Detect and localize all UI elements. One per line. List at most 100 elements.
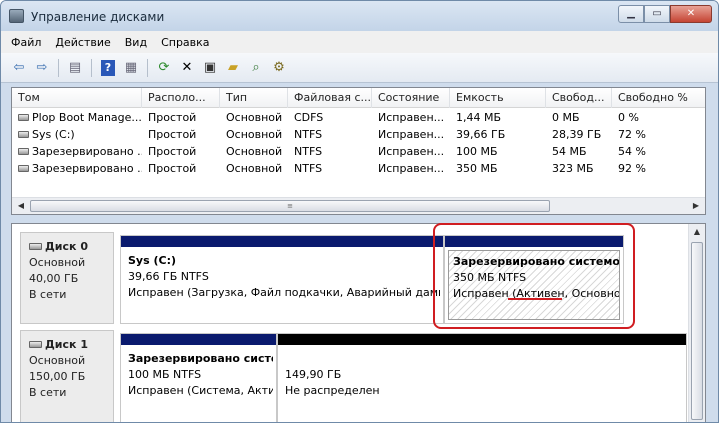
volume-row[interactable]: Plop Boot Manage... Простой Основной CDF… xyxy=(12,109,705,126)
partition-sys-c[interactable]: Sys (C:) 39,66 ГБ NTFS Исправен (Загрузк… xyxy=(120,235,444,324)
type-cell: Основной xyxy=(226,162,283,175)
column-header-capacity[interactable]: Емкость xyxy=(450,88,546,108)
type-cell: Основной xyxy=(226,111,283,124)
window-title: Управление дисками xyxy=(31,10,165,24)
panel-icon[interactable]: ▤ xyxy=(65,58,85,78)
partition-status: Не распределен xyxy=(285,384,380,397)
volume-name: Plop Boot Manage... xyxy=(32,111,142,124)
filesystem-cell: CDFS xyxy=(294,111,324,124)
partition-size: 39,66 ГБ NTFS xyxy=(128,270,209,283)
disk-0-info[interactable]: Диск 0 Основной 40,00 ГБ В сети xyxy=(20,232,114,324)
type-cell: Основной xyxy=(226,145,283,158)
partition-size: 100 МБ NTFS xyxy=(128,368,202,381)
disk-name: Диск 1 xyxy=(29,337,113,353)
window-controls: ▁ ▭ ✕ xyxy=(618,5,712,25)
partition-system-reserved-disk1[interactable]: Зарезервировано систе 100 МБ NTFS Исправ… xyxy=(120,333,277,422)
column-header-free-space[interactable]: Свобод... xyxy=(546,88,612,108)
capacity-cell: 350 МБ xyxy=(456,162,498,175)
disk-size: 150,00 ГБ xyxy=(29,370,86,383)
back-icon[interactable]: ⇦ xyxy=(9,58,29,78)
volume-name-cell: Sys (C:) xyxy=(12,126,142,143)
column-header-type[interactable]: Тип xyxy=(220,88,288,108)
scroll-left-icon[interactable]: ◀ xyxy=(13,199,29,213)
disk-type: Основной xyxy=(29,256,86,269)
disk-management-window: Управление дисками ▁ ▭ ✕ Файл Действие В… xyxy=(0,0,719,423)
partition-label: Зарезервировано систе xyxy=(128,352,273,365)
filesystem-cell: NTFS xyxy=(294,128,323,141)
status-cell: Исправен... xyxy=(378,145,445,158)
highlight-annotation xyxy=(433,223,635,329)
toolbar-separator xyxy=(147,58,148,77)
column-header-volume[interactable]: Том xyxy=(12,88,142,108)
horizontal-scrollbar[interactable]: ◀ ≡ ▶ xyxy=(12,197,705,214)
menu-action[interactable]: Действие xyxy=(55,36,110,49)
refresh-icon[interactable]: ⟳ xyxy=(154,58,174,78)
volume-name-cell: Plop Boot Manage... xyxy=(12,109,142,126)
free-space-cell: 323 МБ xyxy=(552,162,594,175)
disk-status: В сети xyxy=(29,288,67,301)
volume-name: Sys (C:) xyxy=(32,128,75,141)
volume-name-cell: Зарезервировано ... xyxy=(12,143,142,160)
volume-row[interactable]: Зарезервировано ... Простой Основной NTF… xyxy=(12,143,705,160)
search-icon[interactable]: ⌕ xyxy=(246,58,266,78)
title-bar: Управление дисками ▁ ▭ ✕ xyxy=(1,1,718,31)
scroll-up-icon[interactable]: ▲ xyxy=(689,225,705,239)
disk-status: В сети xyxy=(29,386,67,399)
volume-icon xyxy=(18,148,29,155)
layout-cell: Простой xyxy=(148,145,197,158)
column-header-status[interactable]: Состояние xyxy=(372,88,450,108)
toolbar-separator xyxy=(58,58,59,77)
close-button[interactable]: ✕ xyxy=(670,5,712,23)
partition-status: Исправен (Система, Акти xyxy=(128,384,273,397)
forward-icon[interactable]: ⇨ xyxy=(32,58,52,78)
volume-name: Зарезервировано ... xyxy=(32,145,142,158)
partition-body: 149,90 ГБ Не распределен xyxy=(281,348,683,421)
partition-unallocated[interactable]: 149,90 ГБ Не распределен xyxy=(277,333,687,422)
column-header-free-percent[interactable]: Свободно % xyxy=(612,88,705,108)
disk-size: 40,00 ГБ xyxy=(29,272,79,285)
disk-icon xyxy=(29,341,42,348)
volume-row[interactable]: Sys (C:) Простой Основной NTFS Исправен.… xyxy=(12,126,705,143)
disk-name: Диск 0 xyxy=(29,239,113,255)
vertical-scrollbar[interactable]: ▲ xyxy=(688,224,705,422)
filesystem-cell: NTFS xyxy=(294,162,323,175)
free-percent-cell: 0 % xyxy=(618,111,639,124)
volume-icon xyxy=(18,131,29,138)
volume-row[interactable]: Зарезервировано ... Простой Основной NTF… xyxy=(12,160,705,177)
layout-cell: Простой xyxy=(148,111,197,124)
open-folder-icon[interactable]: ▰ xyxy=(223,58,243,78)
partition-body: Зарезервировано систе 100 МБ NTFS Исправ… xyxy=(124,348,273,421)
partition-bar xyxy=(278,334,686,345)
menu-help[interactable]: Справка xyxy=(161,36,209,49)
disk-management-icon xyxy=(9,9,24,23)
settings-icon[interactable]: ⚙ xyxy=(269,58,289,78)
volume-name-cell: Зарезервировано ... xyxy=(12,160,142,177)
capacity-cell: 1,44 МБ xyxy=(456,111,502,124)
scrollbar-thumb[interactable]: ≡ xyxy=(30,200,550,212)
delete-icon[interactable]: ✕ xyxy=(177,58,197,78)
help-icon[interactable]: ? xyxy=(98,58,118,78)
column-header-layout[interactable]: Располо... xyxy=(142,88,220,108)
minimize-button[interactable]: ▁ xyxy=(618,5,644,23)
status-cell: Исправен... xyxy=(378,162,445,175)
menu-view[interactable]: Вид xyxy=(125,36,147,49)
properties-icon[interactable]: ▣ xyxy=(200,58,220,78)
free-space-cell: 0 МБ xyxy=(552,111,580,124)
volume-icon xyxy=(18,165,29,172)
disk-name-text: Диск 0 xyxy=(45,240,88,253)
menu-bar: Файл Действие Вид Справка xyxy=(1,31,718,53)
scroll-right-icon[interactable]: ▶ xyxy=(688,199,704,213)
disk-name-text: Диск 1 xyxy=(45,338,88,351)
free-percent-cell: 92 % xyxy=(618,162,646,175)
disk-1-info[interactable]: Диск 1 Основной 150,00 ГБ В сети xyxy=(20,330,114,422)
column-header-filesystem[interactable]: Файловая с... xyxy=(288,88,372,108)
menu-file[interactable]: Файл xyxy=(11,36,41,49)
disk-icon xyxy=(29,243,42,250)
capacity-cell: 100 МБ xyxy=(456,145,498,158)
scrollbar-thumb[interactable] xyxy=(691,242,703,420)
panel2-icon[interactable]: ▦ xyxy=(121,58,141,78)
status-cell: Исправен... xyxy=(378,128,445,141)
maximize-button[interactable]: ▭ xyxy=(644,5,670,23)
free-space-cell: 54 МБ xyxy=(552,145,587,158)
partition-body: Sys (C:) 39,66 ГБ NTFS Исправен (Загрузк… xyxy=(124,250,440,320)
